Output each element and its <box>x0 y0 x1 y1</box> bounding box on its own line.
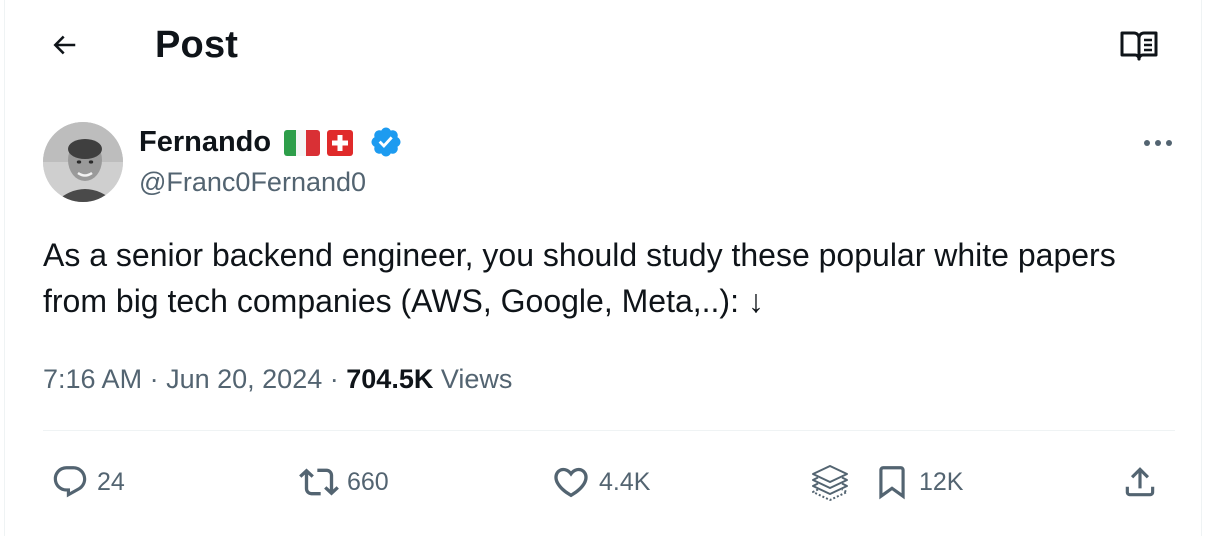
author-handle[interactable]: @Franc0Fernand0 <box>139 164 366 200</box>
avatar[interactable] <box>43 122 123 202</box>
stack-button[interactable] <box>805 456 855 508</box>
heart-icon <box>554 467 588 498</box>
views-label: Views <box>440 364 513 394</box>
post-time[interactable]: 7:16 AM <box>43 364 142 394</box>
bookmark-button[interactable]: 12K <box>873 456 963 508</box>
bookmark-count: 12K <box>919 467 964 496</box>
share-button[interactable] <box>1121 456 1159 508</box>
arrow-left-icon <box>53 35 76 55</box>
reader-mode-button[interactable] <box>1115 24 1163 68</box>
post-text: As a senior backend engineer, you should… <box>43 237 1116 319</box>
repost-count: 660 <box>347 467 389 496</box>
layers-icon <box>812 465 848 501</box>
like-button[interactable]: 4.4K <box>551 456 650 508</box>
post-meta: 7:16 AM · Jun 20, 2024 · 704.5K Views <box>43 361 512 397</box>
name-emoji <box>284 130 353 156</box>
divider <box>43 430 1175 431</box>
repost-icon <box>299 468 339 496</box>
verified-badge-icon <box>371 127 401 157</box>
reply-icon <box>53 466 87 498</box>
repost-button[interactable]: 660 <box>299 456 389 508</box>
meta-separator: · <box>149 364 159 394</box>
verified-badge[interactable] <box>369 125 403 159</box>
author-name[interactable]: Fernando <box>139 124 271 160</box>
italy-flag-icon <box>284 130 320 156</box>
more-options-button[interactable] <box>1135 128 1181 158</box>
share-icon <box>1125 467 1155 497</box>
switzerland-flag-icon <box>327 130 353 156</box>
post-date[interactable]: Jun 20, 2024 <box>166 364 322 394</box>
like-count: 4.4K <box>599 467 651 496</box>
more-horizontal-icon <box>1144 140 1172 146</box>
avatar-photo <box>43 122 123 202</box>
open-book-icon <box>1120 31 1158 61</box>
reply-button[interactable]: 24 <box>51 456 125 508</box>
page-title: Post <box>155 24 239 66</box>
reply-count: 24 <box>97 467 125 496</box>
bookmark-icon <box>879 466 905 500</box>
back-button[interactable] <box>41 22 87 68</box>
meta-separator: · <box>329 364 339 394</box>
views-count: 704.5K <box>346 364 434 394</box>
post-container: Post Fernando @Franc0Fernand0 As a senio… <box>4 0 1202 536</box>
